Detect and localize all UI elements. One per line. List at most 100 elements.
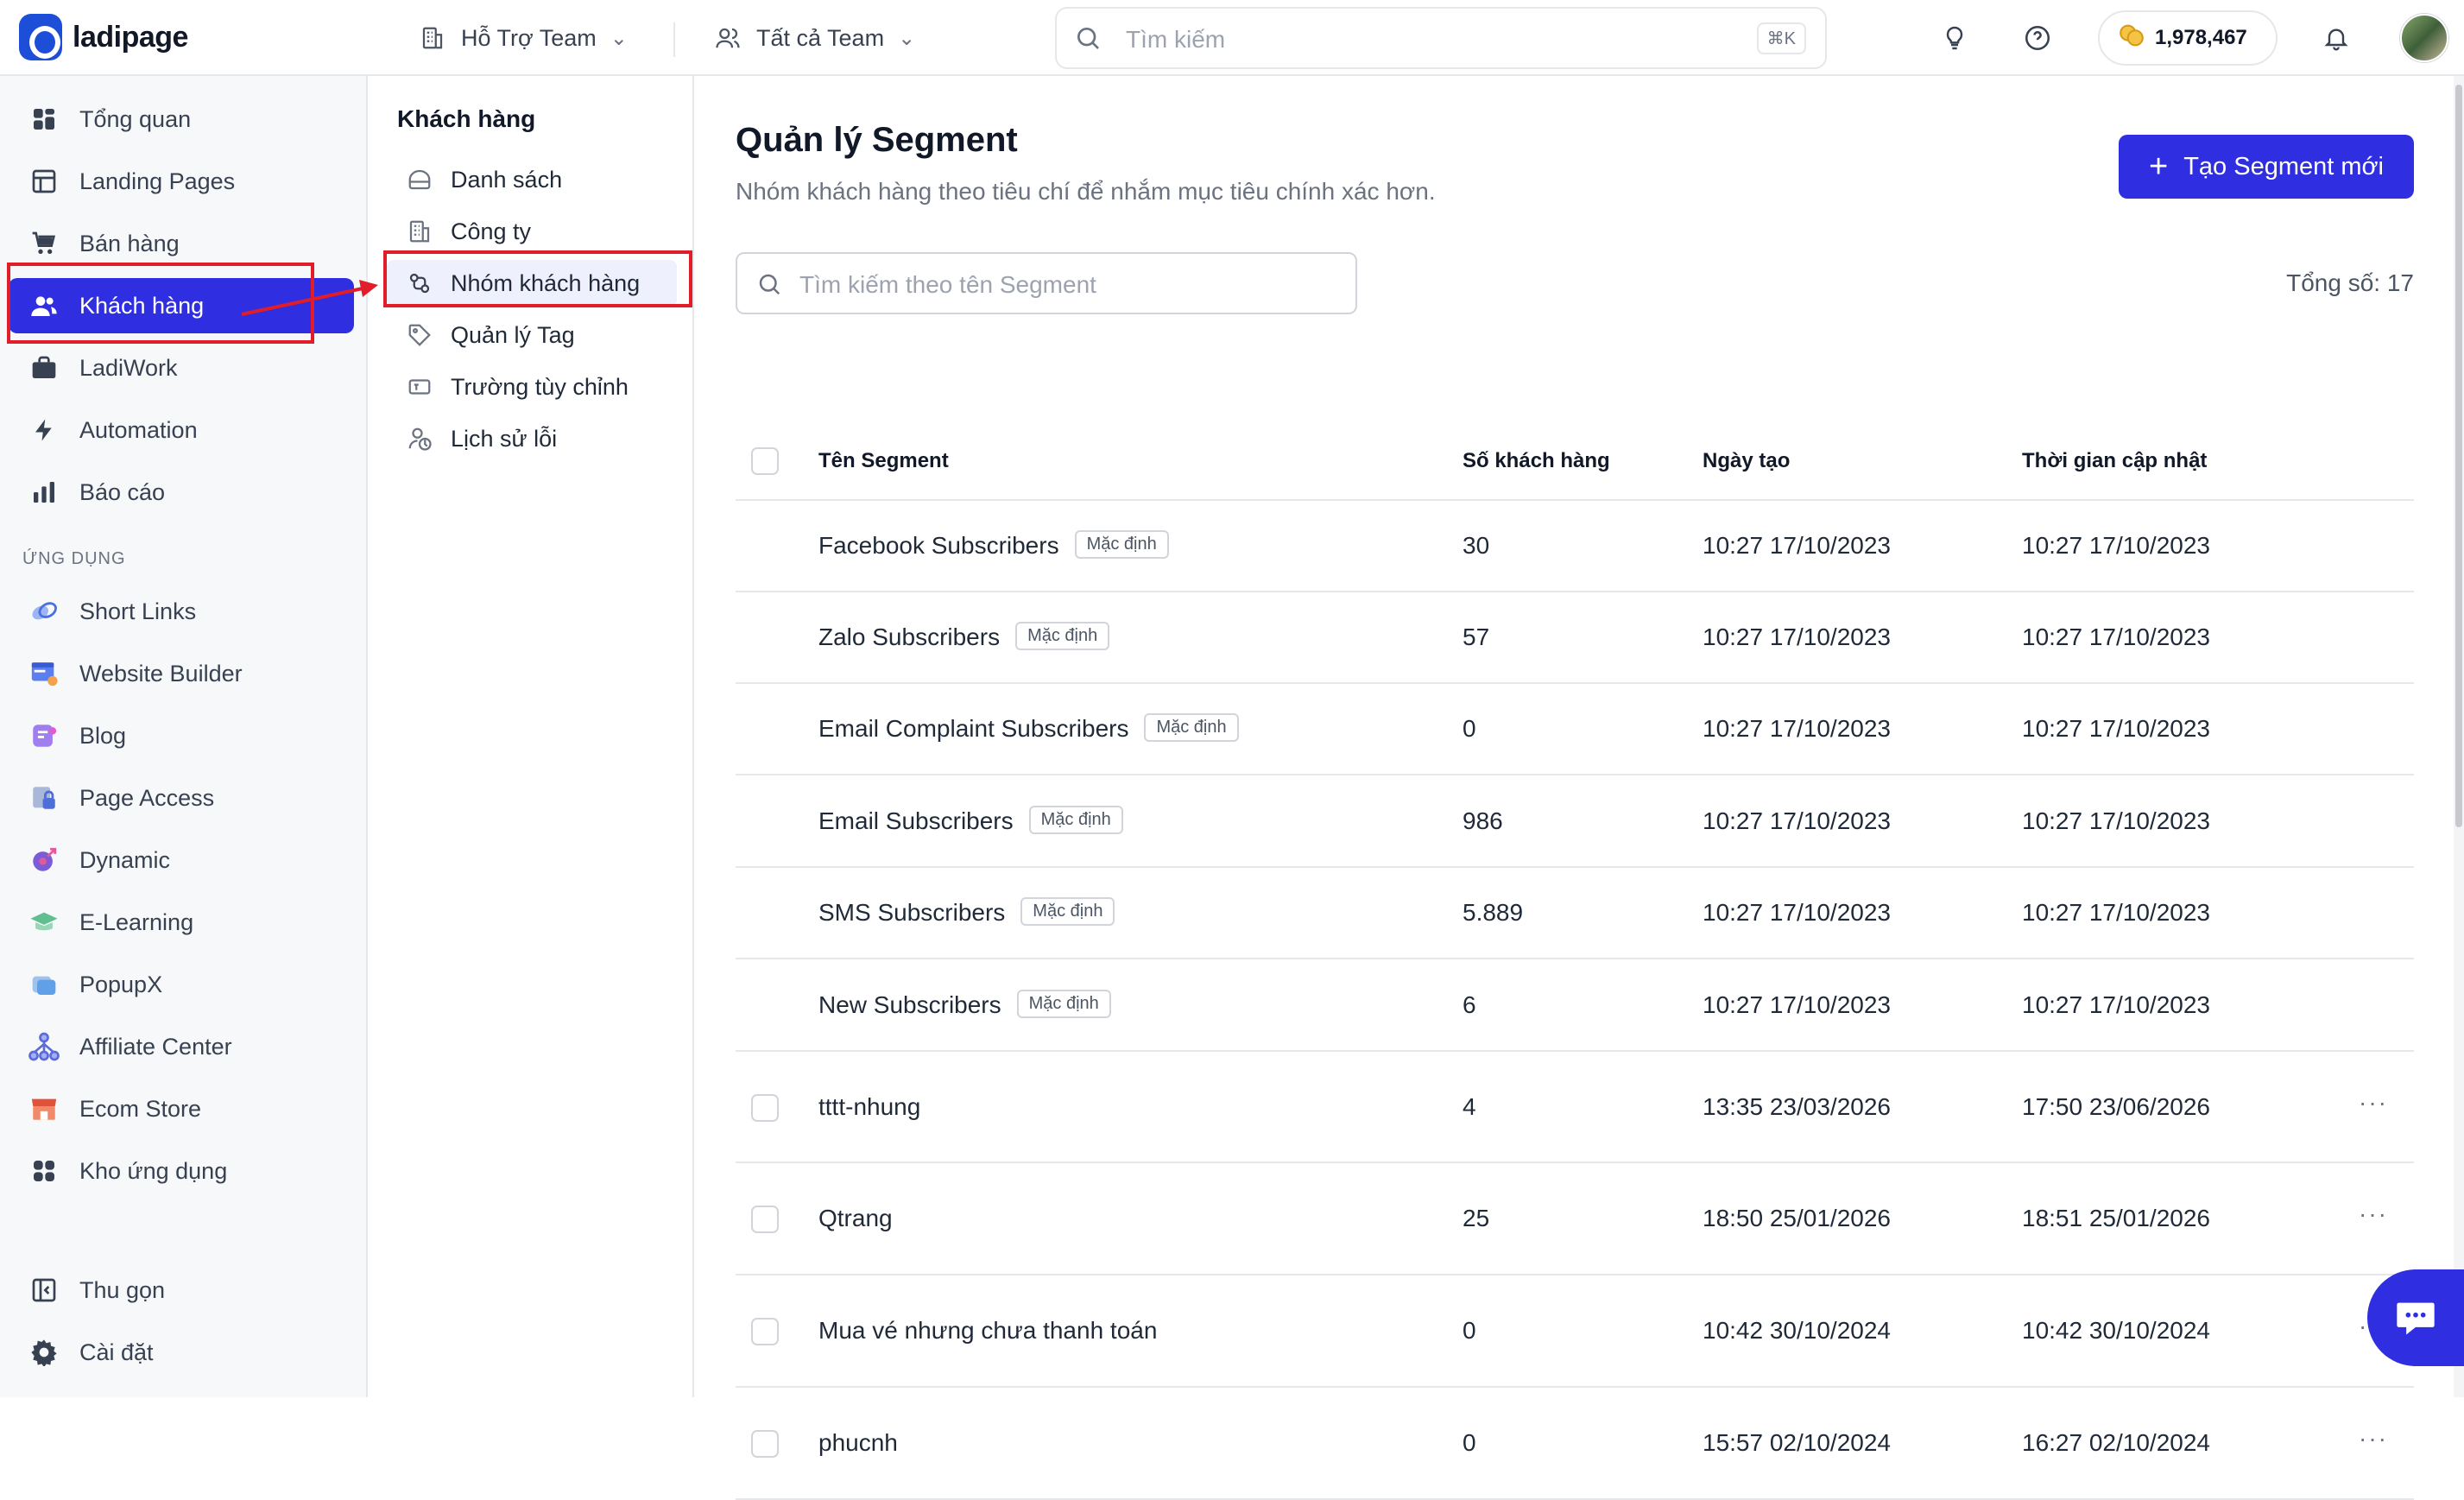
popup-icon <box>28 968 60 1001</box>
subnav-item-list[interactable]: Danh sách <box>387 156 677 203</box>
segment-name-cell[interactable]: tttt-nhung <box>818 1093 920 1121</box>
lightbulb-icon[interactable] <box>1936 19 1974 57</box>
table-row[interactable]: Qtrang 25 18:50 25/01/2026 18:51 25/01/2026… <box>736 1163 2414 1275</box>
sidebar-item-automation[interactable]: Automation <box>9 402 354 458</box>
apps-section-heading: ỨNG DỤNG <box>22 549 126 568</box>
layout-icon <box>28 165 60 198</box>
subnav-item-label: Trường tùy chỉnh <box>451 373 629 400</box>
collapse-sidebar-button[interactable]: Thu gọn <box>9 1263 354 1318</box>
segment-name[interactable]: Email Complaint Subscribers <box>818 715 1128 742</box>
sidebar-item-e-learning[interactable]: E-Learning <box>9 895 354 950</box>
segment-name[interactable]: Email Subscribers <box>818 807 1014 834</box>
sidebar-item-page-access[interactable]: Page Access <box>9 770 354 826</box>
segment-name-cell[interactable]: Email Subscribers Mặc định <box>818 805 1123 837</box>
help-icon[interactable] <box>2019 19 2056 57</box>
sidebar-item-affiliate-center[interactable]: Affiliate Center <box>9 1019 354 1074</box>
more-options-icon[interactable]: ··· <box>2359 1425 2388 1453</box>
sidebar-item-app-store[interactable]: Kho ứng dụng <box>9 1143 354 1199</box>
segment-name-cell[interactable]: SMS Subscribers Mặc định <box>818 897 1115 928</box>
segment-name[interactable]: Mua vé nhưng chưa thanh toán <box>818 1317 1157 1344</box>
subnav-item-label: Lịch sử lỗi <box>451 425 558 452</box>
subnav-item-custom-fields[interactable]: Trường tùy chỉnh <box>387 364 677 410</box>
segment-name-cell[interactable]: Facebook Subscribers Mặc định <box>818 530 1169 561</box>
segment-name[interactable]: Facebook Subscribers <box>818 532 1059 559</box>
credits-balance[interactable]: 1,978,467 <box>2098 10 2278 66</box>
sidebar-item-reports[interactable]: Báo cáo <box>9 465 354 520</box>
row-checkbox[interactable] <box>751 1093 779 1122</box>
divider <box>673 22 675 57</box>
table-row[interactable]: Mua vé nhưng chưa thanh toán 0 10:42 30/10… <box>736 1275 2414 1388</box>
customer-count-cell: 30 <box>1463 532 1490 559</box>
table-row[interactable]: New Subscribers Mặc định 6 10:27 17/10/2023… <box>736 959 2414 1052</box>
avatar[interactable] <box>2400 14 2448 62</box>
updated-at-cell: 10:42 30/10/2024 <box>2022 1317 2210 1344</box>
segment-name-cell[interactable]: Zalo Subscribers Mặc định <box>818 622 1110 653</box>
row-checkbox[interactable] <box>751 1318 779 1345</box>
created-at-cell: 15:57 02/10/2024 <box>1703 1429 1891 1456</box>
scrollbar-thumb[interactable] <box>2455 85 2462 827</box>
segment-name-cell[interactable]: phucnh <box>818 1429 898 1457</box>
segment-name[interactable]: phucnh <box>818 1429 898 1456</box>
sidebar-item-landing-pages[interactable]: Landing Pages <box>9 154 354 209</box>
create-segment-button[interactable]: + Tạo Segment mới <box>2119 135 2414 199</box>
default-badge: Mặc định <box>1028 805 1123 834</box>
segment-name[interactable]: New Subscribers <box>818 991 1001 1018</box>
segment-name[interactable]: Zalo Subscribers <box>818 623 1000 650</box>
customer-count-cell: 5.889 <box>1463 899 1524 926</box>
team-selector[interactable]: Hỗ Trợ Team ⌄ <box>418 17 628 59</box>
table-row[interactable]: Email Subscribers Mặc định 986 10:27 17/10/… <box>736 775 2414 868</box>
sidebar-item-blog[interactable]: Blog <box>9 708 354 763</box>
segment-name-cell[interactable]: Qtrang <box>818 1205 893 1232</box>
bell-icon[interactable] <box>2317 19 2355 57</box>
sidebar-item-label: Short Links <box>79 598 197 624</box>
sidebar-item-label: Affiliate Center <box>79 1033 232 1060</box>
plus-icon: + <box>2149 149 2169 185</box>
select-all-checkbox[interactable] <box>751 447 779 475</box>
column-header-count: Số khách hàng <box>1463 449 1610 472</box>
subnav-item-tags[interactable]: Quản lý Tag <box>387 312 677 358</box>
segment-search-input[interactable]: Tìm kiếm theo tên Segment <box>736 252 1357 314</box>
table-row[interactable]: Email Complaint Subscribers Mặc định 0 10:2… <box>736 684 2414 775</box>
sidebar-item-label: Page Access <box>79 784 215 811</box>
more-options-icon[interactable]: ··· <box>2359 1089 2388 1117</box>
blog-icon <box>28 719 60 752</box>
logo[interactable]: ladipage <box>19 14 188 60</box>
sidebar-item-popupx[interactable]: PopupX <box>9 957 354 1012</box>
chat-support-button[interactable] <box>2367 1269 2464 1366</box>
row-checkbox[interactable] <box>751 1206 779 1233</box>
sidebar-item-ladiwork[interactable]: LadiWork <box>9 340 354 396</box>
sidebar-item-dynamic[interactable]: Dynamic <box>9 832 354 888</box>
segment-name-cell[interactable]: Mua vé nhưng chưa thanh toán <box>818 1317 1157 1345</box>
column-header-updated: Thời gian cập nhật <box>2022 449 2208 472</box>
subnav-item-error-log[interactable]: Lịch sử lỗi <box>387 415 677 462</box>
segment-name[interactable]: Qtrang <box>818 1205 893 1231</box>
segment-name[interactable]: SMS Subscribers <box>818 899 1005 926</box>
table-row[interactable]: tttt-nhung 4 13:35 23/03/2026 17:50 23/06/2… <box>736 1052 2414 1163</box>
tag-icon <box>406 321 433 349</box>
briefcase-icon <box>28 351 60 384</box>
chevron-down-icon: ⌄ <box>610 26 628 50</box>
created-at-cell: 10:27 17/10/2023 <box>1703 899 1891 926</box>
affiliate-icon <box>28 1030 60 1063</box>
segment-search-placeholder: Tìm kiếm theo tên Segment <box>799 271 1096 298</box>
sidebar-item-overview[interactable]: Tổng quan <box>9 92 354 147</box>
settings-button[interactable]: Cài đặt <box>9 1325 354 1380</box>
subnav-item-company[interactable]: Công ty <box>387 208 677 255</box>
all-team-selector[interactable]: Tất cả Team ⌄ <box>713 17 915 59</box>
segment-name[interactable]: tttt-nhung <box>818 1093 920 1120</box>
updated-at-cell: 10:27 17/10/2023 <box>2022 532 2210 559</box>
link-icon <box>28 595 60 628</box>
table-row[interactable]: Zalo Subscribers Mặc định 57 10:27 17/10/20… <box>736 592 2414 684</box>
sidebar-item-website-builder[interactable]: Website Builder <box>9 646 354 701</box>
global-search-input[interactable]: Tìm kiếm ⌘K <box>1055 7 1827 69</box>
column-header-created: Ngày tạo <box>1703 449 1791 472</box>
segment-name-cell[interactable]: Email Complaint Subscribers Mặc định <box>818 713 1239 744</box>
table-row[interactable]: phucnh 0 15:57 02/10/2024 16:27 02/10/2024 ·… <box>736 1388 2414 1500</box>
more-options-icon[interactable]: ··· <box>2359 1200 2388 1228</box>
table-row[interactable]: Facebook Subscribers Mặc định 30 10:27 17/1… <box>736 501 2414 592</box>
table-row[interactable]: SMS Subscribers Mặc định 5.889 10:27 17/10/… <box>736 868 2414 959</box>
sidebar-item-short-links[interactable]: Short Links <box>9 584 354 639</box>
row-checkbox[interactable] <box>751 1430 779 1458</box>
sidebar-item-ecom-store[interactable]: Ecom Store <box>9 1081 354 1136</box>
segment-name-cell[interactable]: New Subscribers Mặc định <box>818 989 1111 1021</box>
